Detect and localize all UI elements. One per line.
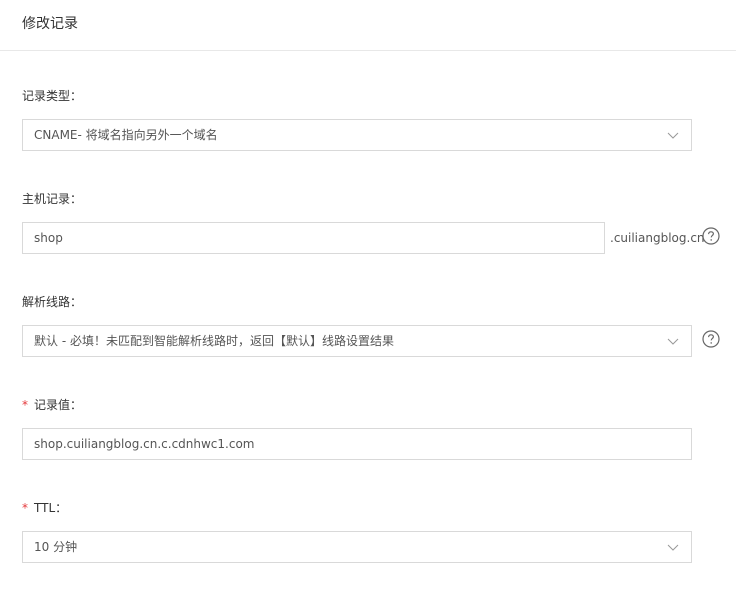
chevron-down-icon	[667, 338, 679, 345]
host-record-value: shop	[34, 231, 63, 245]
dialog-title: 修改记录	[22, 16, 78, 32]
resolution-line-select[interactable]: 默认 - 必填！未匹配到智能解析线路时，返回【默认】线路设置结果	[22, 325, 692, 357]
record-value-label: * 记录值：	[22, 397, 82, 413]
record-type-select[interactable]: CNAME- 将域名指向另外一个域名	[22, 119, 692, 151]
host-record-label: 主机记录：	[22, 192, 83, 206]
ttl-value: 10 分钟	[34, 540, 78, 554]
record-type-value: CNAME- 将域名指向另外一个域名	[34, 128, 218, 142]
record-value-text: shop.cuiliangblog.cn.c.cdnhwc1.com	[34, 437, 255, 451]
dialog-header: 修改记录	[0, 0, 736, 51]
ttl-label: * TTL：	[22, 500, 67, 516]
host-record-input[interactable]: shop	[22, 222, 605, 254]
help-icon[interactable]	[702, 330, 720, 348]
resolution-line-value: 默认 - 必填！未匹配到智能解析线路时，返回【默认】线路设置结果	[34, 334, 394, 348]
chevron-down-icon	[667, 544, 679, 551]
record-value-input[interactable]: shop.cuiliangblog.cn.c.cdnhwc1.com	[22, 428, 692, 460]
resolution-line-label: 解析线路：	[22, 295, 83, 309]
ttl-select[interactable]: 10 分钟	[22, 531, 692, 563]
required-mark: *	[22, 501, 28, 515]
required-mark: *	[22, 398, 28, 412]
domain-suffix: .cuiliangblog.cn	[610, 231, 705, 245]
record-type-label: 记录类型：	[22, 89, 83, 103]
help-icon[interactable]	[702, 227, 720, 245]
ttl-label-text: TTL：	[34, 501, 68, 515]
chevron-down-icon	[667, 132, 679, 139]
record-value-label-text: 记录值：	[34, 398, 83, 412]
